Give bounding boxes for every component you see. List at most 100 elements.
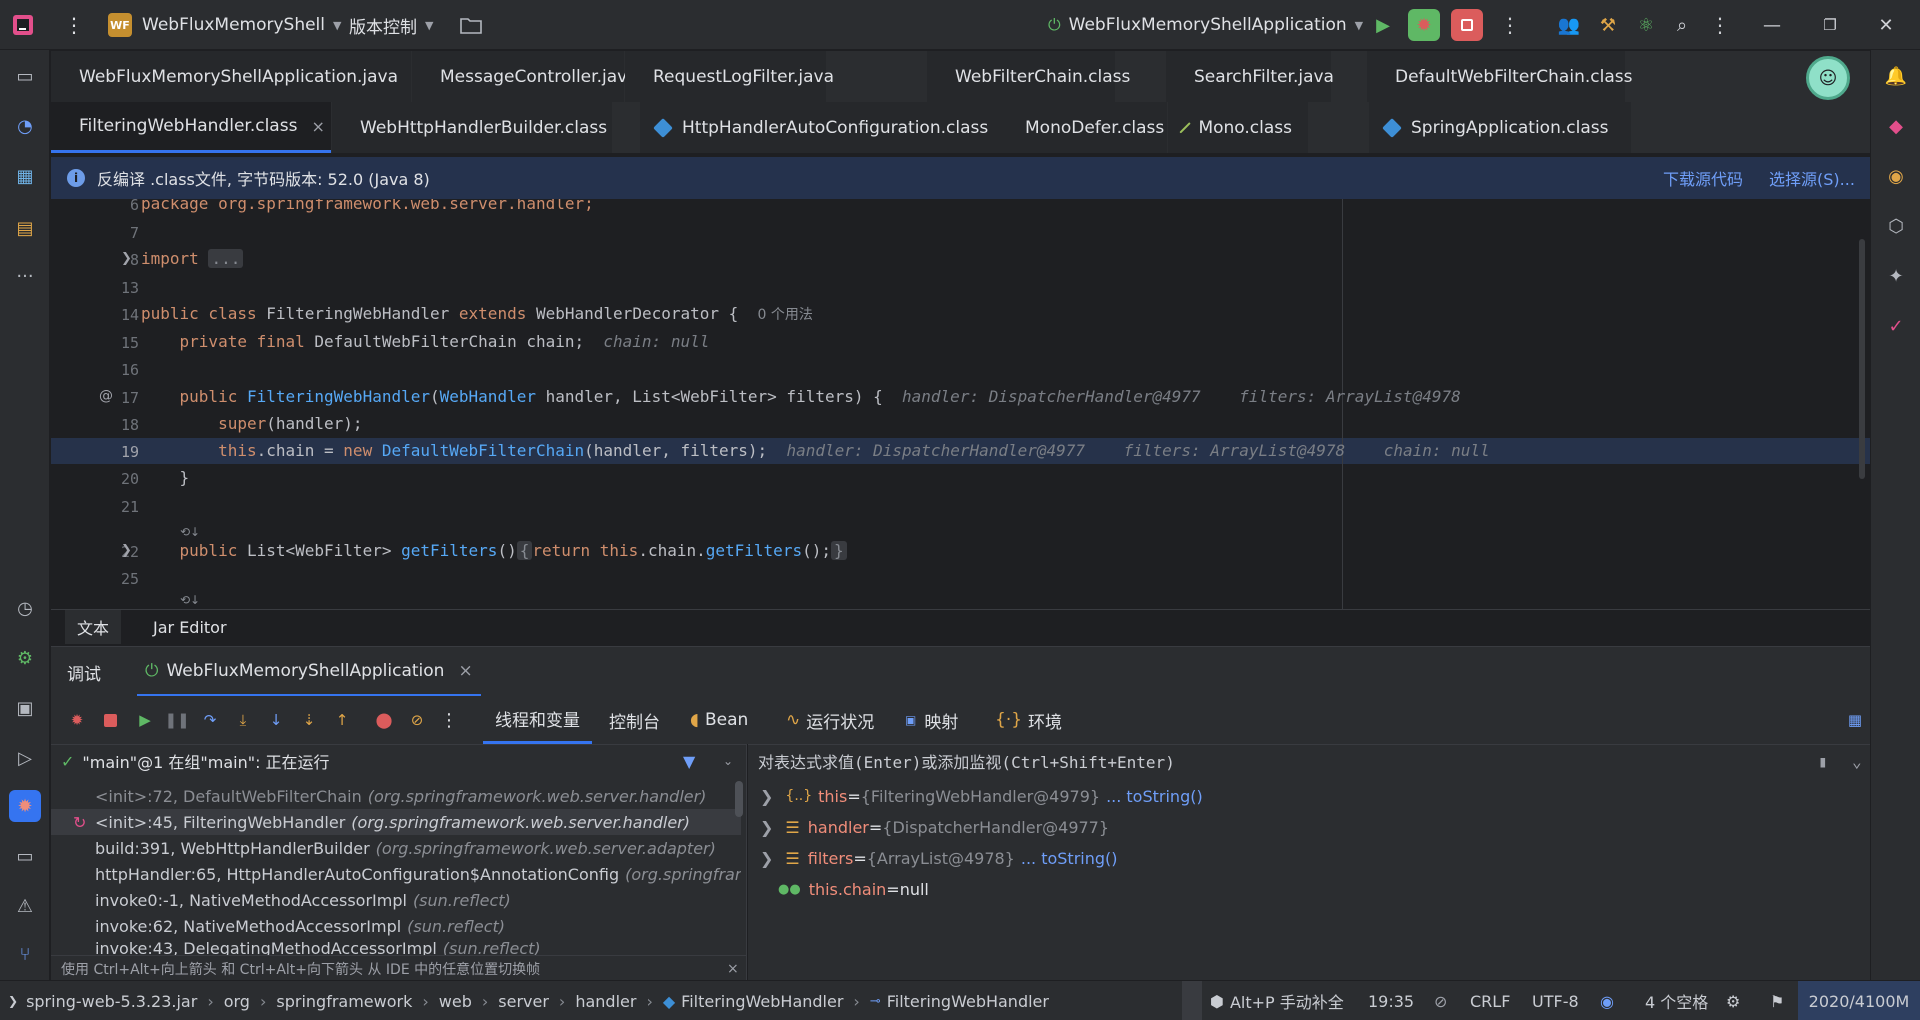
stack-frame[interactable]: build:391, WebHttpHandlerBuilder (org.spr…	[51, 835, 741, 861]
breadcrumb-item[interactable]: web	[439, 992, 472, 1011]
memory-indicator[interactable]: 2020/4100M	[1798, 981, 1920, 1020]
stack-frame-selected[interactable]: ↻ <init>:45, FilteringWebHandler (org.spri…	[51, 809, 741, 835]
tab-mappings[interactable]: ▣ 映射	[905, 696, 958, 744]
commit-icon[interactable]: ◔	[9, 110, 41, 142]
usage-hint[interactable]: 0 个用法	[758, 307, 813, 323]
stack-frame[interactable]: <init>:72, DefaultWebFilterChain (org.spr…	[51, 783, 741, 809]
tab-default-web-filter-chain[interactable]: DefaultWebFilterChain.class	[1367, 51, 1632, 102]
tab-request-log-filter[interactable]: RequestLogFilter.java	[625, 51, 834, 102]
line-separator[interactable]: CRLF	[1470, 981, 1510, 1020]
ai-assistant-icon[interactable]: ⚛	[1630, 9, 1662, 41]
view-breakpoints-icon[interactable]: ⬤	[372, 708, 396, 732]
more-icon[interactable]: ⋮	[437, 708, 461, 732]
thread-selector[interactable]: ✓ "main"@1 在组"main": 正在运行 ▼ ⌄	[51, 745, 746, 777]
variable-row[interactable]: ●● this.chain = null	[778, 874, 929, 904]
terminal-icon[interactable]: ▭	[9, 840, 41, 872]
restore-icon[interactable]: ❐	[1814, 9, 1846, 41]
bookmark-icon[interactable]: ▮	[1818, 752, 1828, 771]
breadcrumb-item[interactable]: handler	[575, 992, 636, 1011]
folded-brace[interactable]: {	[516, 541, 533, 560]
step-into-icon[interactable]: ⤓	[231, 708, 255, 732]
git-branch-icon[interactable]: ⑂	[9, 938, 41, 970]
expand-icon[interactable]: ❯	[760, 818, 773, 837]
services-clock-icon[interactable]: ◷	[9, 592, 41, 624]
choose-source-link[interactable]: 选择源(S)...	[1769, 166, 1855, 190]
run-config-selector[interactable]: ⏻ WebFluxMemoryShellApplication ▼	[1048, 0, 1363, 50]
tostring-link[interactable]: ... toString()	[1106, 787, 1203, 806]
tab-search-filter[interactable]: SearchFilter.java	[1166, 51, 1334, 102]
vue-icon[interactable]: ✓	[1880, 310, 1912, 342]
tab-webflux-app[interactable]: WebFluxMemoryShellApplication.java	[51, 51, 411, 102]
debug-session-tab[interactable]: ⏻ WebFluxMemoryShellApplication ×	[137, 647, 481, 697]
editor-scrollbar[interactable]	[1859, 239, 1865, 479]
tab-web-filter-chain[interactable]: WebFilterChain.class	[927, 51, 1130, 102]
vcs-menu[interactable]: 版本控制 ▼	[349, 0, 433, 50]
breadcrumb-item[interactable]: FilteringWebHandler	[681, 992, 843, 1011]
manual-completion[interactable]: ⬢ Alt+P 手动补全	[1210, 981, 1344, 1020]
structure-icon[interactable]: ▤	[9, 212, 41, 244]
close-window-icon[interactable]: ✕	[1870, 9, 1902, 41]
tab-jar-editor[interactable]: Jar Editor	[143, 610, 237, 644]
more-tools-icon[interactable]: ···	[9, 260, 41, 292]
chevron-down-icon[interactable]: ⌄	[1852, 752, 1862, 771]
plugin-icon[interactable]: ◆	[1880, 110, 1912, 142]
smart-step-into-icon[interactable]: ⇣	[297, 708, 321, 732]
caret-position[interactable]: 19:35	[1368, 981, 1414, 1020]
stack-frame[interactable]: httpHandler:65, HttpHandlerAutoConfigura…	[51, 861, 741, 887]
resume-icon[interactable]: ▶	[133, 708, 157, 732]
eye-icon[interactable]: ◉	[1600, 981, 1614, 1020]
power-save-icon[interactable]: ⚑	[1770, 981, 1784, 1020]
stack-frame[interactable]: invoke0:-1, NativeMethodAccessorImpl (sun…	[51, 887, 741, 913]
stack-frame[interactable]: invoke:62, NativeMethodAccessorImpl (sun.…	[51, 913, 741, 939]
breadcrumb-item[interactable]: spring-web-5.3.23.jar	[26, 992, 197, 1011]
app-logo-icon[interactable]	[12, 0, 34, 50]
project-view-icon[interactable]: ▭	[9, 60, 41, 92]
database-icon[interactable]: ▣	[9, 692, 41, 724]
folder-icon[interactable]	[460, 0, 482, 50]
image-viewer-icon[interactable]: ▦	[9, 160, 41, 192]
filter-icon[interactable]: ▼	[683, 752, 695, 771]
chevron-down-icon[interactable]: ⌄	[723, 754, 733, 768]
database-tool-icon[interactable]: ◉	[1880, 160, 1912, 192]
tab-text-view[interactable]: 文本	[65, 610, 122, 644]
tab-http-handler-auto-config[interactable]: HttpHandlerAutoConfiguration.class	[640, 102, 1020, 153]
close-icon[interactable]: ×	[727, 961, 739, 977]
main-menu-icon[interactable]: ⋮	[64, 0, 84, 50]
no-sync-icon[interactable]: ⊘	[1434, 981, 1447, 1020]
gradle-icon[interactable]: ⬡	[1880, 210, 1912, 242]
problems-icon[interactable]: ⚠	[9, 890, 41, 922]
force-step-into-icon[interactable]: ↓	[264, 708, 288, 732]
tab-mono-defer[interactable]: MonoDefer.class	[997, 102, 1167, 153]
breadcrumb-item[interactable]: FilteringWebHandler	[887, 992, 1049, 1011]
build-tools-icon[interactable]: ⚒	[1592, 9, 1624, 41]
pause-icon[interactable]: ❚❚	[164, 708, 189, 732]
tab-web-http-handler-builder[interactable]: WebHttpHandlerBuilder.class	[332, 102, 612, 153]
tostring-link[interactable]: ... toString()	[1021, 849, 1118, 868]
expand-fold-icon[interactable]: ❯	[121, 543, 132, 558]
folded-brace[interactable]: }	[830, 541, 847, 560]
override-gutter-icon[interactable]: @	[99, 388, 113, 404]
settings-more-icon[interactable]: ⋮	[1704, 9, 1736, 41]
run-tool-icon[interactable]: ▷	[9, 742, 41, 774]
step-out-icon[interactable]: ↑	[330, 708, 354, 732]
close-icon[interactable]: ×	[458, 661, 472, 681]
expand-fold-icon[interactable]: ❯	[121, 251, 132, 266]
mute-breakpoints-icon[interactable]: ⊘	[405, 708, 429, 732]
tab-spring-application[interactable]: SpringApplication.class	[1369, 102, 1631, 153]
minimize-icon[interactable]: —	[1756, 9, 1788, 41]
code-with-me-icon[interactable]: 👥	[1553, 9, 1585, 41]
search-icon[interactable]: ⌕	[1666, 9, 1698, 41]
debug-tool-icon[interactable]: ✹	[9, 790, 41, 822]
variable-row[interactable]: ❯ ☰ handler = {DispatcherHandler@4977}	[760, 812, 1109, 842]
expand-icon[interactable]: ❯	[760, 787, 773, 806]
step-over-icon[interactable]: ↷	[198, 708, 222, 732]
tab-health[interactable]: ∿ 运行状况	[786, 696, 874, 744]
vcs-status-icon[interactable]: ⚙	[1726, 981, 1740, 1020]
tab-filtering-web-handler[interactable]: FilteringWebHandler.class ×	[51, 102, 331, 153]
maven-icon[interactable]: ✦	[1880, 260, 1912, 292]
more-actions-icon[interactable]: ⋮	[1494, 9, 1526, 41]
breadcrumb-item[interactable]: server	[498, 992, 549, 1011]
breadcrumb-item[interactable]: springframework	[276, 992, 412, 1011]
stop-icon[interactable]	[98, 708, 122, 732]
debug-icon[interactable]: ✹	[1408, 9, 1440, 41]
